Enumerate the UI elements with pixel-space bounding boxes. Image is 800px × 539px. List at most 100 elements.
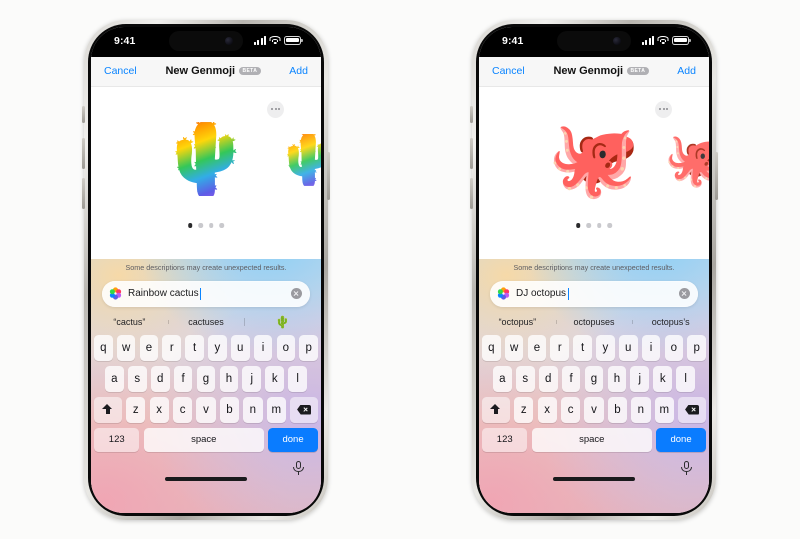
power-button[interactable]	[327, 151, 330, 200]
add-button[interactable]: Add	[677, 65, 696, 77]
key-p[interactable]: p	[299, 334, 318, 361]
volume-down-button[interactable]	[470, 177, 473, 209]
backspace-icon[interactable]	[678, 396, 707, 423]
cancel-button[interactable]: Cancel	[492, 65, 525, 77]
key-w[interactable]: w	[116, 334, 136, 361]
page-dot[interactable]	[586, 223, 591, 228]
dj-octopus-genmoji[interactable]: 🐙	[548, 121, 640, 196]
shift-icon[interactable]	[481, 396, 510, 423]
done-key[interactable]: done	[656, 427, 706, 452]
key-e[interactable]: e	[139, 334, 159, 361]
numbers-key[interactable]: 123	[94, 427, 140, 452]
ellipsis-icon[interactable]	[267, 100, 284, 118]
volume-up-button[interactable]	[82, 137, 85, 169]
key-i[interactable]: i	[253, 334, 273, 361]
power-button[interactable]	[715, 151, 718, 200]
key-b[interactable]: b	[219, 396, 240, 423]
key-u[interactable]: u	[230, 334, 250, 361]
numbers-key[interactable]: 123	[482, 427, 528, 452]
key-w[interactable]: w	[504, 334, 524, 361]
key-m[interactable]: m	[266, 396, 286, 423]
page-dot[interactable]	[597, 223, 602, 228]
key-j[interactable]: j	[630, 365, 650, 392]
key-l[interactable]: l	[676, 365, 695, 392]
key-r[interactable]: r	[550, 334, 570, 361]
suggestion-item[interactable]: “cactus”	[91, 317, 168, 327]
key-q[interactable]: q	[94, 334, 113, 361]
page-dot[interactable]	[209, 223, 214, 228]
key-o[interactable]: o	[276, 334, 296, 361]
search-input[interactable]: DJ octopus	[516, 287, 673, 300]
done-key[interactable]: done	[268, 427, 318, 452]
key-e[interactable]: e	[527, 334, 547, 361]
rainbow-cactus-genmoji[interactable]: 🌵	[160, 121, 252, 196]
cancel-button[interactable]: Cancel	[104, 65, 137, 77]
suggestion-item[interactable]: octopuses	[555, 317, 633, 327]
key-j[interactable]: j	[242, 365, 262, 392]
ellipsis-icon[interactable]	[655, 100, 672, 118]
key-n[interactable]: n	[243, 396, 263, 423]
home-indicator[interactable]	[553, 477, 635, 481]
suggestion-item[interactable]: “octopus”	[479, 317, 556, 327]
key-t[interactable]: t	[573, 334, 592, 361]
microphone-icon[interactable]	[293, 460, 304, 476]
key-c[interactable]: c	[172, 396, 193, 423]
space-key[interactable]: space	[143, 427, 264, 452]
key-r[interactable]: r	[162, 334, 182, 361]
page-dots[interactable]	[188, 223, 224, 228]
key-t[interactable]: t	[185, 334, 204, 361]
key-d[interactable]: d	[150, 365, 170, 392]
key-v[interactable]: v	[196, 396, 216, 423]
dj-octopus-genmoji-next[interactable]: 🐙	[664, 133, 709, 185]
key-u[interactable]: u	[618, 334, 638, 361]
key-k[interactable]: k	[653, 365, 673, 392]
key-x[interactable]: x	[537, 396, 557, 423]
page-dot[interactable]	[198, 223, 203, 228]
key-a[interactable]: a	[493, 365, 512, 392]
key-y[interactable]: y	[208, 334, 227, 361]
search-field[interactable]: DJ octopus	[490, 280, 698, 307]
key-n[interactable]: n	[631, 396, 651, 423]
key-c[interactable]: c	[560, 396, 581, 423]
key-b[interactable]: b	[607, 396, 628, 423]
volume-down-button[interactable]	[82, 177, 85, 209]
key-p[interactable]: p	[687, 334, 706, 361]
search-input[interactable]: Rainbow cactus	[128, 287, 285, 300]
clear-circle-icon[interactable]	[291, 288, 302, 299]
key-i[interactable]: i	[641, 334, 661, 361]
suggestion-item[interactable]: octopus’s	[632, 317, 709, 327]
page-dot[interactable]	[607, 223, 612, 228]
key-z[interactable]: z	[514, 396, 534, 423]
key-h[interactable]: h	[607, 365, 627, 392]
volume-up-button[interactable]	[470, 137, 473, 169]
key-g[interactable]: g	[196, 365, 216, 392]
key-f[interactable]: f	[173, 365, 193, 392]
microphone-icon[interactable]	[681, 460, 692, 476]
key-x[interactable]: x	[149, 396, 169, 423]
page-dots[interactable]	[576, 223, 612, 228]
suggestion-item[interactable]: 🌵	[244, 315, 321, 329]
home-indicator[interactable]	[165, 477, 247, 481]
key-s[interactable]: s	[127, 365, 147, 392]
key-v[interactable]: v	[584, 396, 604, 423]
suggestion-item[interactable]: cactuses	[167, 317, 245, 327]
key-y[interactable]: y	[596, 334, 615, 361]
key-h[interactable]: h	[219, 365, 239, 392]
backspace-icon[interactable]	[290, 396, 319, 423]
key-l[interactable]: l	[288, 365, 307, 392]
key-z[interactable]: z	[126, 396, 146, 423]
key-s[interactable]: s	[515, 365, 535, 392]
rainbow-cactus-genmoji-next[interactable]: 🌵	[276, 133, 321, 185]
key-g[interactable]: g	[584, 365, 604, 392]
key-m[interactable]: m	[654, 396, 674, 423]
clear-circle-icon[interactable]	[679, 288, 690, 299]
silent-switch[interactable]	[470, 105, 473, 123]
key-o[interactable]: o	[664, 334, 684, 361]
key-k[interactable]: k	[265, 365, 285, 392]
key-q[interactable]: q	[482, 334, 501, 361]
add-button[interactable]: Add	[289, 65, 308, 77]
silent-switch[interactable]	[82, 105, 85, 123]
key-f[interactable]: f	[561, 365, 581, 392]
search-field[interactable]: Rainbow cactus	[102, 280, 310, 307]
shift-icon[interactable]	[93, 396, 122, 423]
